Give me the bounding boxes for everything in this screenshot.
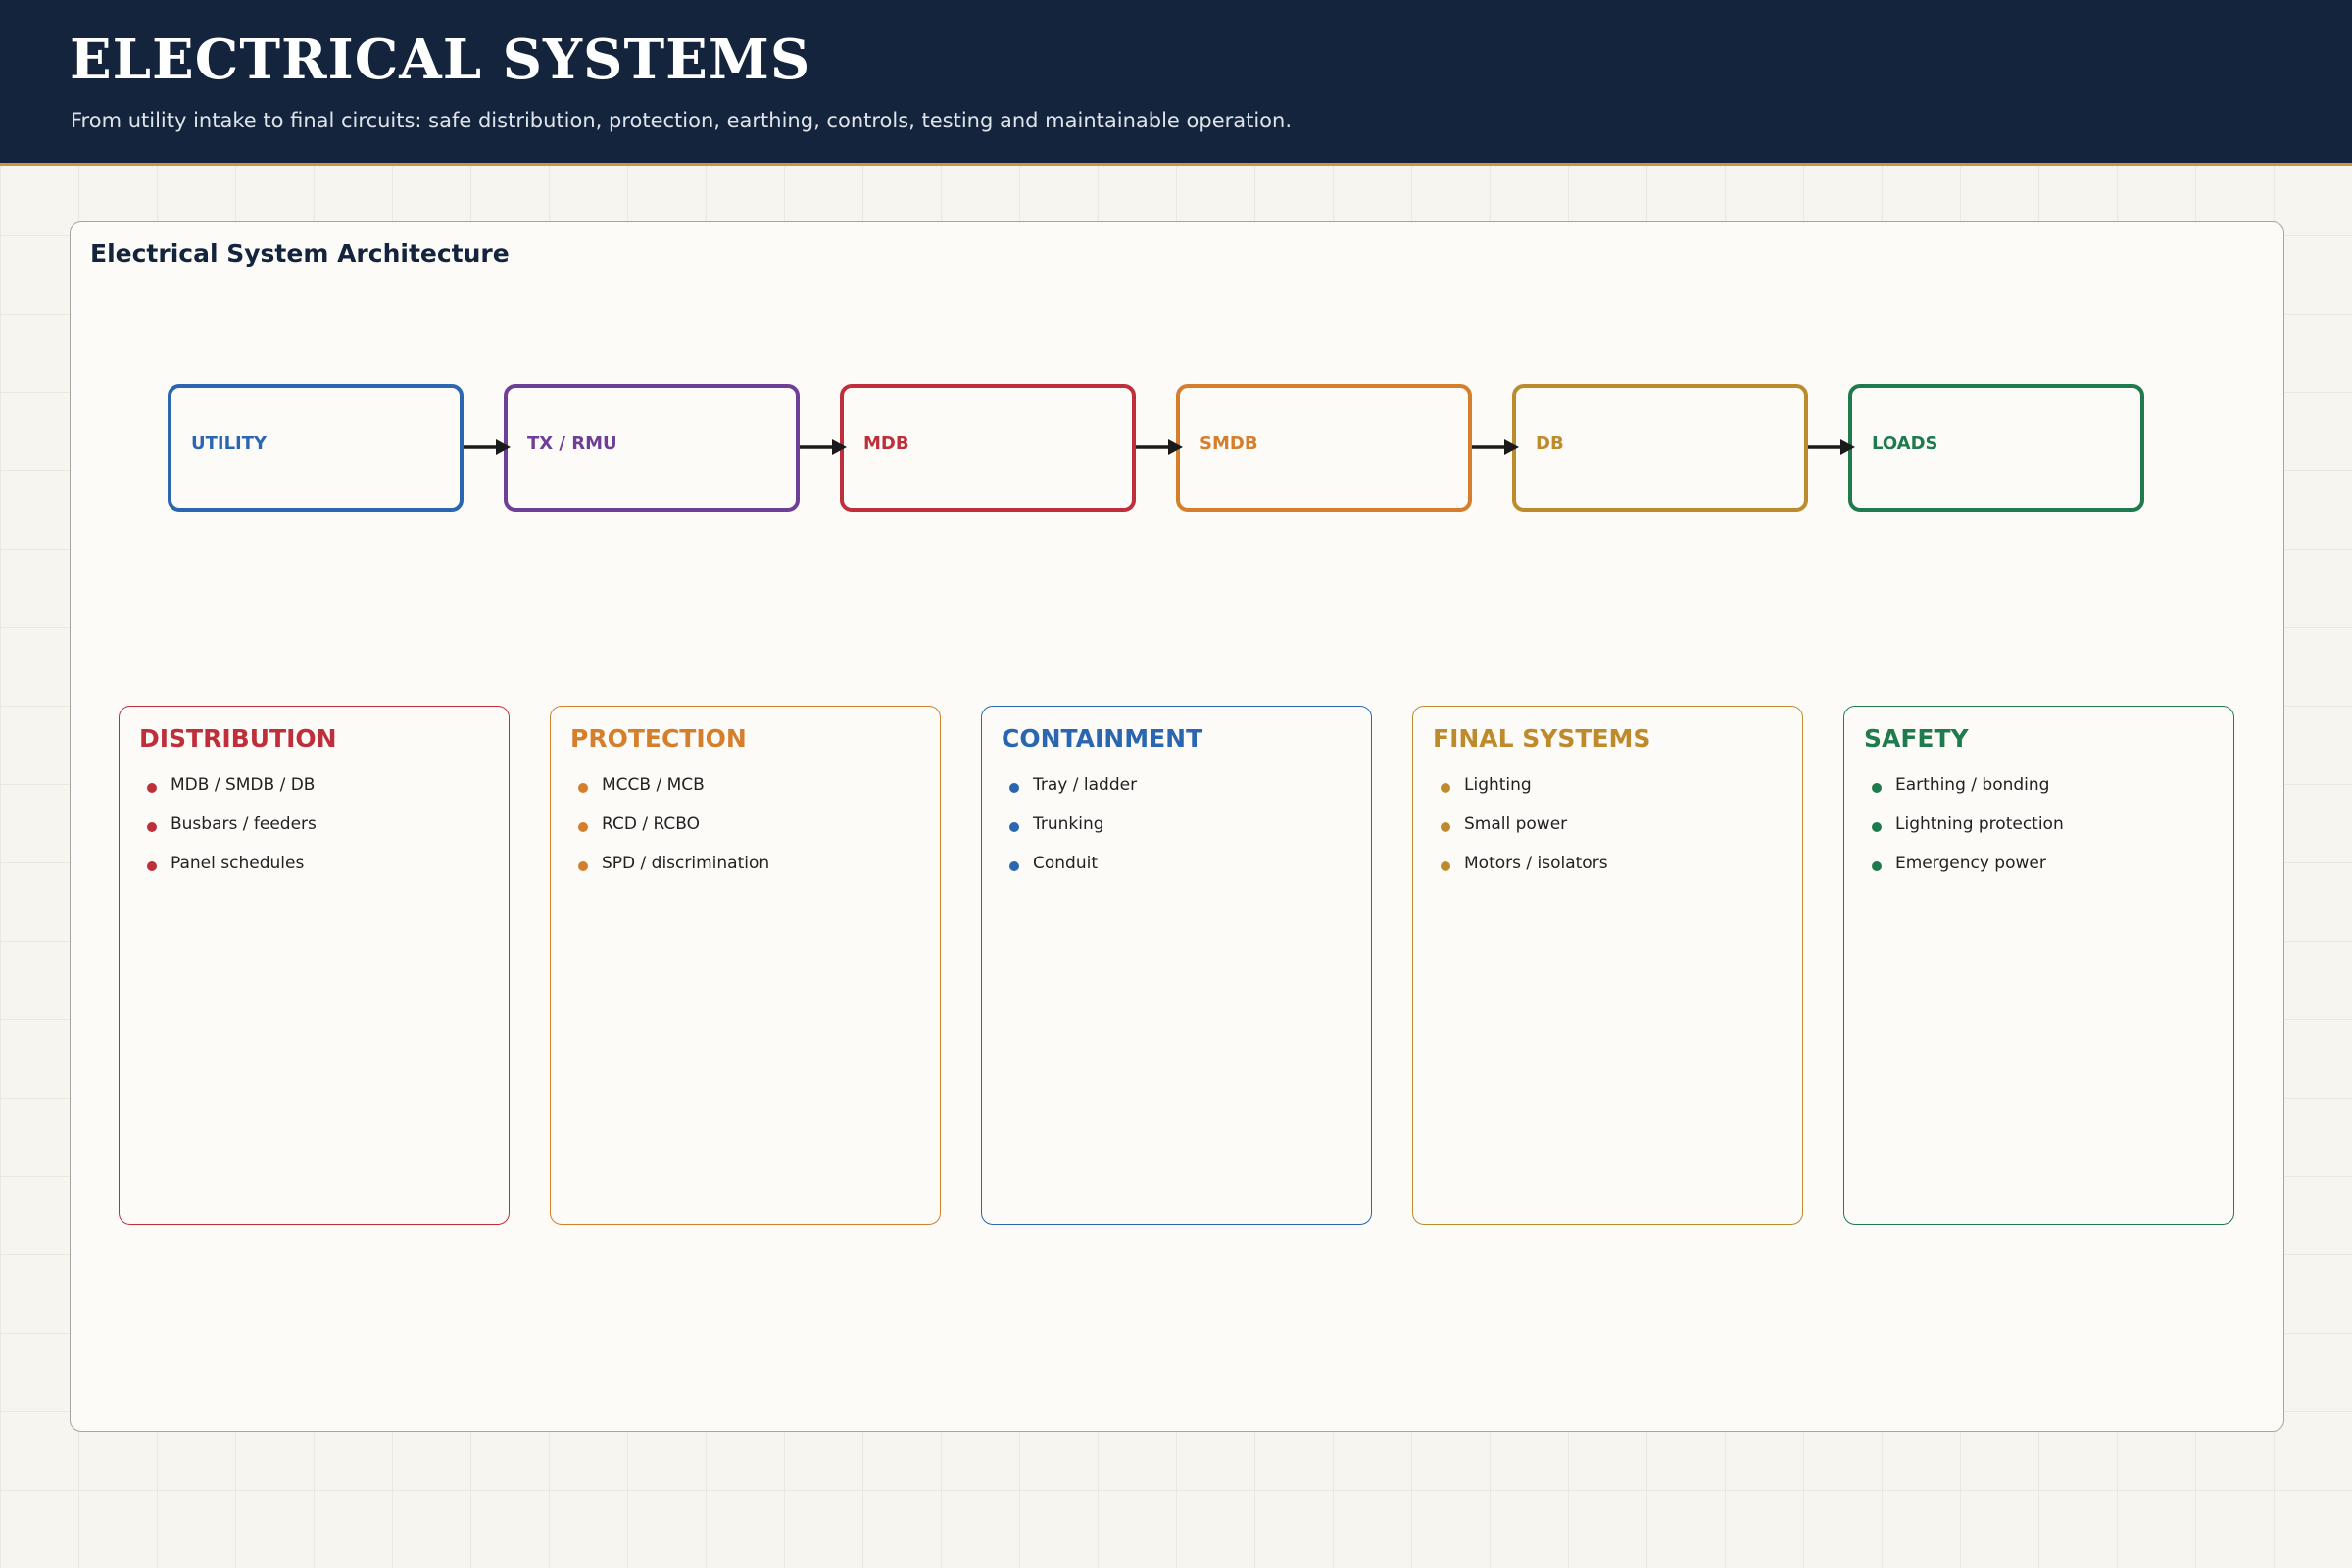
flow-node-label: UTILITY [191,433,268,454]
list-item: Emergency power [1872,854,2064,893]
flow-arrow-icon [464,439,511,455]
page-title: ELECTRICAL SYSTEMS [70,27,811,92]
bullet-dot-icon [1872,783,1882,793]
bullet-dot-icon [578,861,588,871]
list-item-label: Panel schedules [171,854,305,873]
list-item-label: Conduit [1033,854,1098,873]
list-item-label: MCCB / MCB [602,775,705,795]
flow-arrow-icon [1472,439,1519,455]
bullet-dot-icon [1009,822,1019,832]
list-item-label: SPD / discrimination [602,854,770,873]
list-item: Tray / ladder [1009,775,1137,814]
flow-node-tx-rmu: TX / RMU [504,384,800,512]
flow-node-smdb: SMDB [1176,384,1472,512]
card-item-list: Earthing / bonding Lightning protection … [1872,775,2064,893]
flow-node-label: LOADS [1872,433,1938,454]
card-item-list: Tray / ladder Trunking Conduit [1009,775,1137,893]
list-item: Conduit [1009,854,1137,893]
card-item-list: MDB / SMDB / DB Busbars / feeders Panel … [147,775,317,893]
flow-node-loads: LOADS [1848,384,2144,512]
card-title: PROTECTION [570,724,747,753]
list-item: RCD / RCBO [578,814,769,854]
flow-arrow-icon [1808,439,1855,455]
page-subtitle: From utility intake to final circuits: s… [71,109,1293,132]
bullet-dot-icon [578,783,588,793]
flow-node-label: DB [1536,433,1564,454]
card-title: SAFETY [1864,724,1969,753]
bullet-dot-icon [1872,822,1882,832]
list-item-label: Small power [1464,814,1568,834]
list-item-label: RCD / RCBO [602,814,701,834]
list-item: Small power [1441,814,1608,854]
list-item-label: Motors / isolators [1464,854,1608,873]
list-item: SPD / discrimination [578,854,769,893]
card-protection: PROTECTION MCCB / MCB RCD / RCBO SPD / d… [550,706,941,1225]
list-item-label: Lightning protection [1895,814,2064,834]
card-title: FINAL SYSTEMS [1433,724,1651,753]
list-item: Busbars / feeders [147,814,317,854]
list-item-label: Earthing / bonding [1895,775,2050,795]
card-safety: SAFETY Earthing / bonding Lightning prot… [1843,706,2234,1225]
bullet-dot-icon [1441,783,1450,793]
page-header: ELECTRICAL SYSTEMS From utility intake t… [0,0,2352,166]
card-containment: CONTAINMENT Tray / ladder Trunking Condu… [981,706,1372,1225]
flow-node-label: SMDB [1200,433,1258,454]
flow-node-mdb: MDB [840,384,1136,512]
flow-node-label: TX / RMU [527,433,617,454]
bullet-dot-icon [147,822,157,832]
bullet-dot-icon [1441,822,1450,832]
bullet-dot-icon [1872,861,1882,871]
list-item: Lightning protection [1872,814,2064,854]
list-item-label: Emergency power [1895,854,2046,873]
bullet-dot-icon [147,783,157,793]
panel-title: Electrical System Architecture [90,239,510,268]
card-distribution: DISTRIBUTION MDB / SMDB / DB Busbars / f… [119,706,510,1225]
list-item-label: Tray / ladder [1033,775,1138,795]
list-item: Lighting [1441,775,1608,814]
card-title: DISTRIBUTION [139,724,337,753]
bullet-dot-icon [1441,861,1450,871]
flow-node-label: MDB [863,433,909,454]
card-title: CONTAINMENT [1002,724,1203,753]
list-item: MCCB / MCB [578,775,769,814]
flow-arrow-icon [800,439,847,455]
card-item-list: Lighting Small power Motors / isolators [1441,775,1608,893]
list-item: Motors / isolators [1441,854,1608,893]
bullet-dot-icon [1009,783,1019,793]
flow-node-utility: UTILITY [168,384,464,512]
list-item-label: Trunking [1033,814,1104,834]
list-item: MDB / SMDB / DB [147,775,317,814]
list-item-label: Busbars / feeders [171,814,317,834]
flow-arrow-icon [1136,439,1183,455]
bullet-dot-icon [147,861,157,871]
list-item: Earthing / bonding [1872,775,2064,814]
bullet-dot-icon [1009,861,1019,871]
list-item-label: MDB / SMDB / DB [171,775,316,795]
card-item-list: MCCB / MCB RCD / RCBO SPD / discriminati… [578,775,769,893]
list-item-label: Lighting [1464,775,1532,795]
list-item: Trunking [1009,814,1137,854]
flow-node-db: DB [1512,384,1808,512]
list-item: Panel schedules [147,854,317,893]
bullet-dot-icon [578,822,588,832]
card-final-systems: FINAL SYSTEMS Lighting Small power Motor… [1412,706,1803,1225]
